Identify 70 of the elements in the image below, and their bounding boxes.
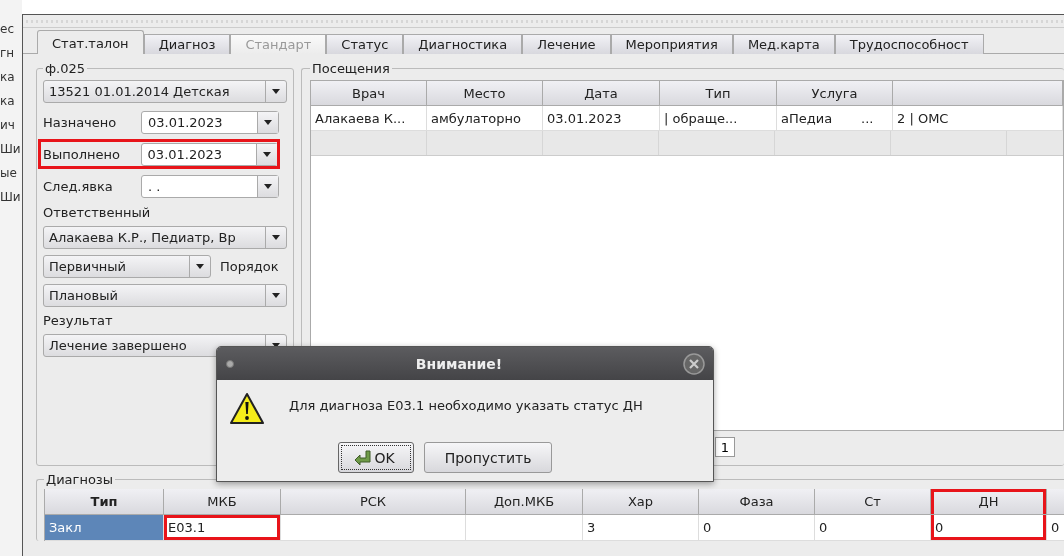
card-dropdown[interactable]: 13521 01.01.2014 Детская bbox=[43, 80, 287, 103]
tab[interactable]: Мероприятия bbox=[610, 34, 733, 54]
column-header[interactable]: Врач bbox=[311, 81, 427, 106]
field-label: Результат bbox=[43, 313, 114, 328]
column-header[interactable]: Хар bbox=[583, 489, 699, 515]
field-label: Порядок bbox=[220, 259, 279, 274]
column-header[interactable]: Фаза bbox=[699, 489, 815, 515]
field-label: Назначено bbox=[43, 114, 118, 130]
dialog-title: Внимание! bbox=[414, 355, 504, 372]
group-title: Диагнозы bbox=[45, 472, 115, 487]
tab[interactable]: Диагноз bbox=[143, 34, 231, 54]
caret-icon bbox=[196, 264, 204, 269]
order-dropdown[interactable]: Плановый bbox=[43, 284, 287, 307]
window-menu-icon bbox=[225, 358, 235, 369]
table-cell: Закл bbox=[45, 515, 164, 541]
responsible-dropdown[interactable]: Алакаева К.Р., Педиатр, Вр bbox=[43, 226, 287, 249]
page-button[interactable]: 1 bbox=[715, 437, 735, 457]
column-header[interactable]: Ст bbox=[815, 489, 931, 515]
caret-icon bbox=[264, 119, 272, 125]
tab[interactable]: Статус bbox=[326, 34, 404, 54]
caret-icon bbox=[272, 235, 280, 240]
field-label: След.явка bbox=[43, 178, 114, 194]
background-text: ич bbox=[0, 118, 15, 132]
table-cell: 3 bbox=[583, 515, 699, 541]
column-header[interactable]: Доп.МКБ bbox=[466, 489, 583, 515]
table-cell: 0 bbox=[1047, 515, 1064, 541]
tab[interactable]: Трудоспособност bbox=[834, 34, 984, 54]
check-arrow-icon bbox=[352, 449, 371, 466]
warning-icon bbox=[229, 392, 265, 426]
column-header[interactable]: Место bbox=[427, 81, 543, 106]
column-header[interactable]: ДН bbox=[931, 489, 1047, 515]
dialog-message: Для диагноза E03.1 необходимо указать статус ДН bbox=[289, 398, 643, 413]
date-field[interactable]: 03.01.2023 bbox=[140, 142, 278, 166]
background-text: ес bbox=[0, 22, 14, 36]
caret-icon bbox=[264, 183, 272, 189]
background-text: ые bbox=[0, 166, 17, 180]
table-cell: 0 bbox=[931, 515, 1047, 541]
tab[interactable]: Стат.талон bbox=[37, 30, 144, 54]
background-text: гн bbox=[0, 46, 15, 60]
column-header[interactable]: Дата bbox=[543, 81, 660, 106]
tab[interactable]: Диагностика bbox=[403, 34, 523, 54]
visit-kind-dropdown[interactable]: Первичный bbox=[43, 255, 211, 278]
tab[interactable]: Мед.карта bbox=[732, 34, 835, 54]
group-title: Посещения bbox=[311, 61, 391, 76]
date-field[interactable]: 03.01.2023 bbox=[141, 110, 279, 134]
background-text: ка bbox=[0, 94, 15, 108]
table-cell: 0 bbox=[815, 515, 931, 541]
field-label: Выполнено bbox=[43, 146, 121, 162]
column-header[interactable]: Тип bbox=[45, 489, 164, 515]
background-text: ка bbox=[0, 70, 15, 84]
table-cell: E03.1 bbox=[164, 515, 281, 541]
group-title: ф.025 bbox=[44, 61, 87, 76]
background-text: Ши bbox=[0, 190, 21, 204]
column-header[interactable]: РСК bbox=[281, 489, 466, 515]
field-label: Ответственный bbox=[43, 205, 152, 220]
caret-icon bbox=[272, 89, 280, 94]
dialog-button[interactable]: OK bbox=[337, 442, 414, 473]
table-cell: 0 bbox=[699, 515, 815, 541]
dialog-button[interactable]: Пропустить bbox=[423, 442, 553, 473]
date-field[interactable]: . . bbox=[141, 174, 279, 198]
tab[interactable]: Лечение bbox=[522, 34, 611, 54]
column-header[interactable]: Услуга bbox=[777, 81, 893, 106]
empty-row[interactable] bbox=[311, 131, 1063, 156]
column-header[interactable]: Тип bbox=[660, 81, 777, 106]
close-icon[interactable] bbox=[683, 352, 705, 375]
column-header[interactable] bbox=[893, 81, 1063, 106]
caret-icon bbox=[272, 293, 280, 298]
column-header[interactable]: МКБ bbox=[164, 489, 281, 515]
caret-icon bbox=[263, 151, 271, 157]
background-text: Ши bbox=[0, 142, 21, 156]
